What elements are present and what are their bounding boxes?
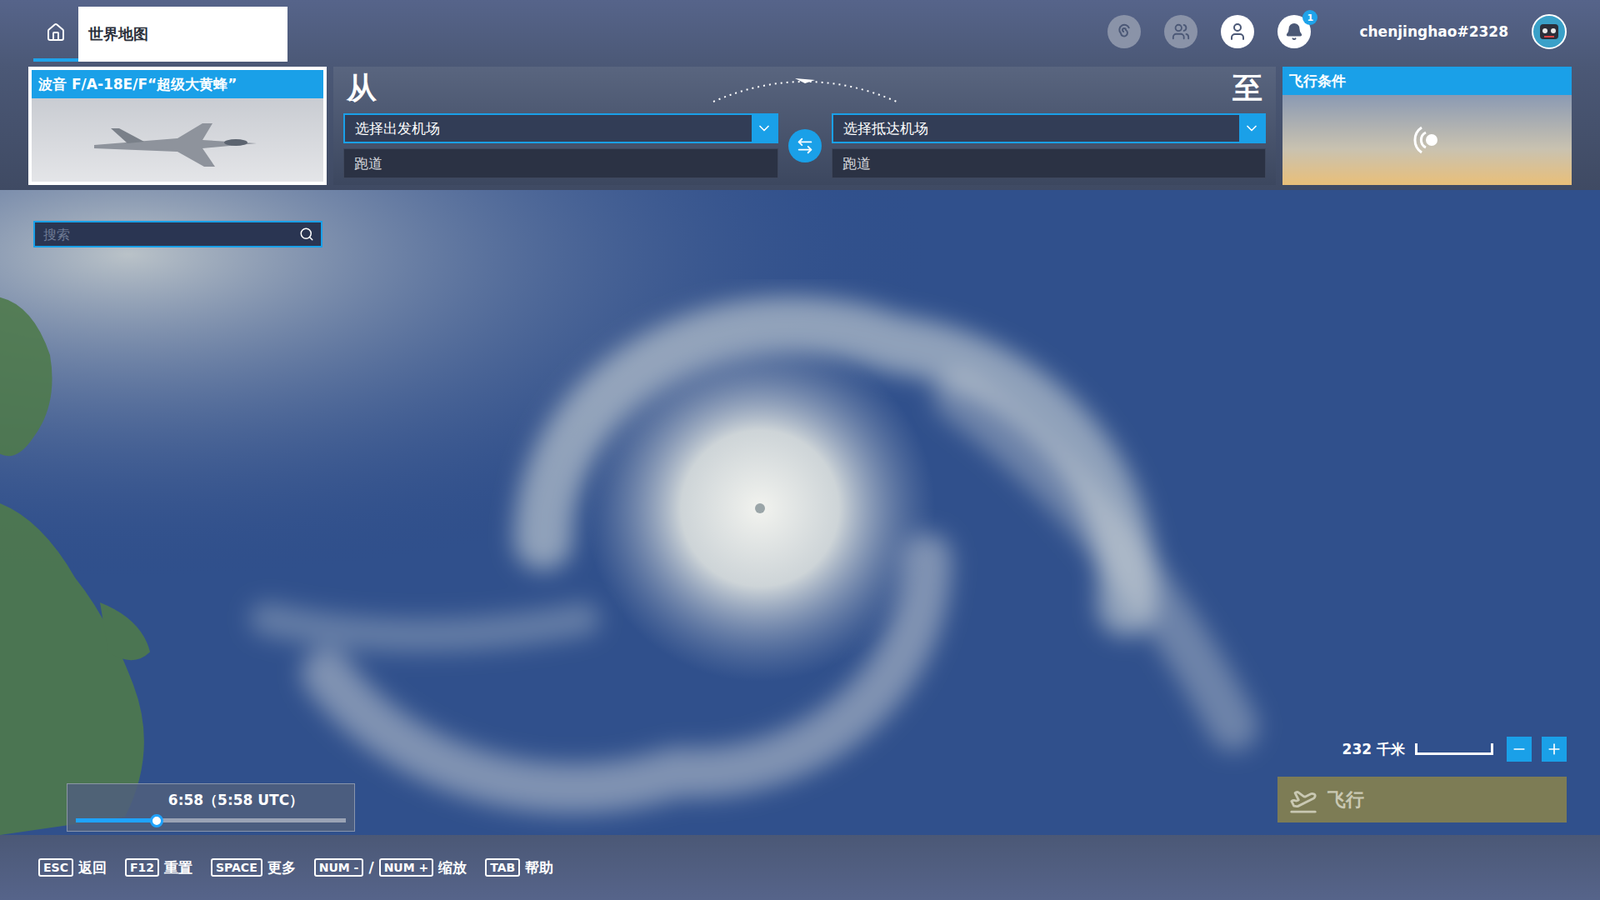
fly-button[interactable]: 飞行 xyxy=(1277,776,1567,823)
conditions-title: 飞行条件 xyxy=(1282,66,1572,95)
scale-bar xyxy=(1415,743,1494,755)
notifications-button[interactable]: 1 xyxy=(1277,15,1311,49)
home-tab[interactable] xyxy=(33,6,79,62)
people-icon xyxy=(1171,22,1190,41)
route-panel: 从至选择出发机场选择抵达机场跑道跑道 xyxy=(333,66,1276,185)
minus-icon xyxy=(1510,740,1528,758)
map-scale: 232 千米 xyxy=(1342,736,1567,762)
shortcut-hint[interactable]: NUM -/NUM +缩放 xyxy=(314,858,468,878)
key-cap: F12 xyxy=(125,858,160,877)
departure-dropdown[interactable]: 选择出发机场 xyxy=(343,113,779,144)
time-slider-fill xyxy=(75,818,157,823)
shortcut-hint[interactable]: SPACE更多 xyxy=(210,858,296,878)
flight-setup-bar: 波音 F/A-18E/F“超级大黄蜂”从至选择出发机场选择抵达机场跑道跑道飞行条… xyxy=(0,66,1600,190)
jet-icon xyxy=(77,106,278,174)
arrival-dropdown[interactable]: 选择抵达机场 xyxy=(831,113,1267,144)
from-label: 从 xyxy=(343,68,779,109)
scale-reading: 232 千米 xyxy=(1342,740,1405,760)
shortcut-hint[interactable]: F12重置 xyxy=(125,858,193,878)
to-label: 至 xyxy=(831,68,1267,109)
notification-badge: 1 xyxy=(1302,10,1318,25)
zoom-in-button[interactable] xyxy=(1541,736,1567,762)
swap-button[interactable] xyxy=(788,129,822,163)
aircraft-photo xyxy=(31,98,324,182)
account-area: 1 chenjinghao#2328 xyxy=(1107,6,1567,62)
chevron-down-icon xyxy=(1243,120,1260,137)
shortcut-bar: ESC返回F12重置SPACE更多NUM -/NUM +缩放TAB帮助 xyxy=(0,835,1600,900)
key-cap: NUM + xyxy=(379,858,435,877)
live-weather-icon xyxy=(1406,119,1449,161)
shortcut-hint[interactable]: TAB帮助 xyxy=(485,858,554,878)
user-icon xyxy=(1227,21,1248,42)
aircraft-card[interactable]: 波音 F/A-18E/F“超级大黄蜂” xyxy=(28,66,327,185)
activity-button[interactable] xyxy=(1107,15,1141,49)
key-cap: TAB xyxy=(485,858,520,877)
arrival-runway[interactable]: 跑道 xyxy=(831,148,1267,179)
world-map-screen: 世界地图 1 chenjinghao#2328 波音 F/A-18E/F“超级大黄蜂”… xyxy=(0,0,1600,900)
takeoff-icon xyxy=(1289,785,1318,815)
conditions-preview xyxy=(1282,95,1572,185)
user-name[interactable]: chenjinghao#2328 xyxy=(1359,23,1509,40)
time-reading: 6:58（5:58 UTC） xyxy=(75,790,346,810)
conditions-card[interactable]: 飞行条件 xyxy=(1282,66,1572,185)
top-bar: 世界地图 1 chenjinghao#2328 xyxy=(0,0,1600,67)
search-input[interactable] xyxy=(41,225,300,244)
friends-button[interactable] xyxy=(1164,15,1198,49)
search-field[interactable] xyxy=(33,220,323,248)
chevron-down-icon xyxy=(755,120,773,137)
aircraft-title: 波音 F/A-18E/F“超级大黄蜂” xyxy=(31,70,324,99)
avatar-icon[interactable] xyxy=(1531,14,1567,50)
swap-icon xyxy=(795,136,815,155)
satellite-map-icon xyxy=(0,190,1600,835)
time-slider[interactable] xyxy=(75,818,346,823)
time-slider-thumb[interactable] xyxy=(150,814,164,828)
route-arc-icon xyxy=(705,70,905,104)
departure-runway[interactable]: 跑道 xyxy=(343,148,779,179)
key-cap: SPACE xyxy=(210,858,263,877)
zoom-out-button[interactable] xyxy=(1506,736,1532,762)
home-icon xyxy=(45,22,66,43)
nav-tab[interactable]: 世界地图 xyxy=(78,6,288,62)
key-cap: ESC xyxy=(38,858,74,877)
bell-icon xyxy=(1285,22,1304,41)
key-separator: / xyxy=(368,859,374,876)
world-map[interactable]: 6:58（5:58 UTC） 232 千米飞行 xyxy=(0,190,1600,835)
time-of-day-panel: 6:58（5:58 UTC） xyxy=(66,783,355,832)
key-cap: NUM - xyxy=(314,858,365,877)
plus-icon xyxy=(1545,740,1563,758)
profile-button[interactable] xyxy=(1220,15,1255,49)
shortcut-hint[interactable]: ESC返回 xyxy=(38,858,107,878)
search-icon[interactable] xyxy=(299,226,315,242)
